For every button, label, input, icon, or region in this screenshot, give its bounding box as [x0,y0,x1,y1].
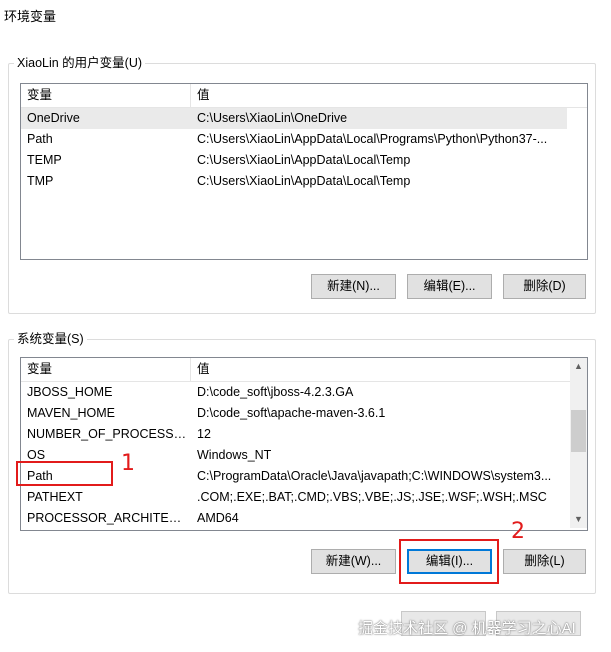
variable-value: .COM;.EXE;.BAT;.CMD;.VBS;.VBE;.JS;.JSE;.… [197,490,547,504]
table-row[interactable]: MAVEN_HOME D:\code_soft\apache-maven-3.6… [21,403,569,424]
system-delete-button[interactable]: 删除(L) [503,549,586,574]
variable-value: Windows_NT [197,448,272,462]
table-row[interactable]: NUMBER_OF_PROCESSORS 12 [21,424,569,445]
table-row[interactable]: PROCESSOR_ARCHITECT... AMD64 [21,508,569,529]
variable-name: TEMP [27,153,62,167]
watermark-text: 掘金技术社区 @ 机器学习之心AI [358,620,576,637]
variable-name: MAVEN_HOME [27,406,115,420]
user-variables-list[interactable]: 变量 值 OneDrive C:\Users\XiaoLin\OneDrive … [20,83,588,260]
system-variables-label: 系统变量(S) [14,331,87,347]
variable-name: TMP [27,174,54,188]
table-row[interactable]: OneDrive C:\Users\XiaoLin\OneDrive [21,108,567,129]
variable-name: NUMBER_OF_PROCESSORS [27,427,190,441]
variable-value: C:\Users\XiaoLin\AppData\Local\Temp [197,153,411,167]
list-header: 变量 值 [21,358,570,382]
annotation-box-edit-button [399,539,499,584]
column-header-name[interactable]: 变量 [21,84,190,107]
vertical-scrollbar[interactable]: ▲ ▼ [570,358,587,528]
variable-value: C:\ProgramData\Oracle\Java\javapath;C:\W… [197,469,552,483]
variable-value: C:\Users\XiaoLin\AppData\Local\Programs\… [197,132,548,146]
user-edit-button[interactable]: 编辑(E)... [407,274,492,299]
column-header-value[interactable]: 值 [191,84,571,107]
window-title: 环境变量 [4,9,57,24]
user-delete-button[interactable]: 删除(D) [503,274,586,299]
variable-value: C:\Users\XiaoLin\OneDrive [197,111,348,125]
variable-value: C:\Users\XiaoLin\AppData\Local\Temp [197,174,411,188]
table-row[interactable]: TEMP C:\Users\XiaoLin\AppData\Local\Temp [21,150,567,171]
column-header-name[interactable]: 变量 [21,358,190,381]
variable-name: PATHEXT [27,490,83,504]
annotation-box-path-row [16,461,113,486]
column-header-value[interactable]: 值 [191,358,561,381]
variable-value: D:\code_soft\jboss-4.2.3.GA [197,385,354,399]
system-new-button[interactable]: 新建(W)... [311,549,396,574]
scroll-up-icon[interactable]: ▲ [570,358,587,375]
system-variables-list[interactable]: 变量 值 JBOSS_HOME D:\code_soft\jboss-4.2.3… [20,357,588,531]
variable-name: JBOSS_HOME [27,385,113,399]
variable-name: PROCESSOR_ARCHITECT... [27,511,190,525]
variable-value: D:\code_soft\apache-maven-3.6.1 [197,406,386,420]
variable-name: Path [27,132,53,146]
annotation-number-1: 1 [121,451,135,476]
scrollbar-thumb[interactable] [571,410,586,452]
table-row[interactable]: Path C:\Users\XiaoLin\AppData\Local\Prog… [21,129,567,150]
table-row[interactable]: TMP C:\Users\XiaoLin\AppData\Local\Temp [21,171,567,192]
close-button[interactable] [586,0,611,26]
variable-value: 12 [197,427,211,441]
list-header: 变量 值 [21,84,587,108]
table-row[interactable]: PATHEXT .COM;.EXE;.BAT;.CMD;.VBS;.VBE;.J… [21,487,569,508]
table-row[interactable]: JBOSS_HOME D:\code_soft\jboss-4.2.3.GA [21,382,569,403]
variable-name: OneDrive [27,111,80,125]
user-variables-label: XiaoLin 的用户变量(U) [14,55,146,71]
user-new-button[interactable]: 新建(N)... [311,274,396,299]
annotation-number-2: 2 [511,519,525,544]
scroll-down-icon[interactable]: ▼ [570,511,587,528]
